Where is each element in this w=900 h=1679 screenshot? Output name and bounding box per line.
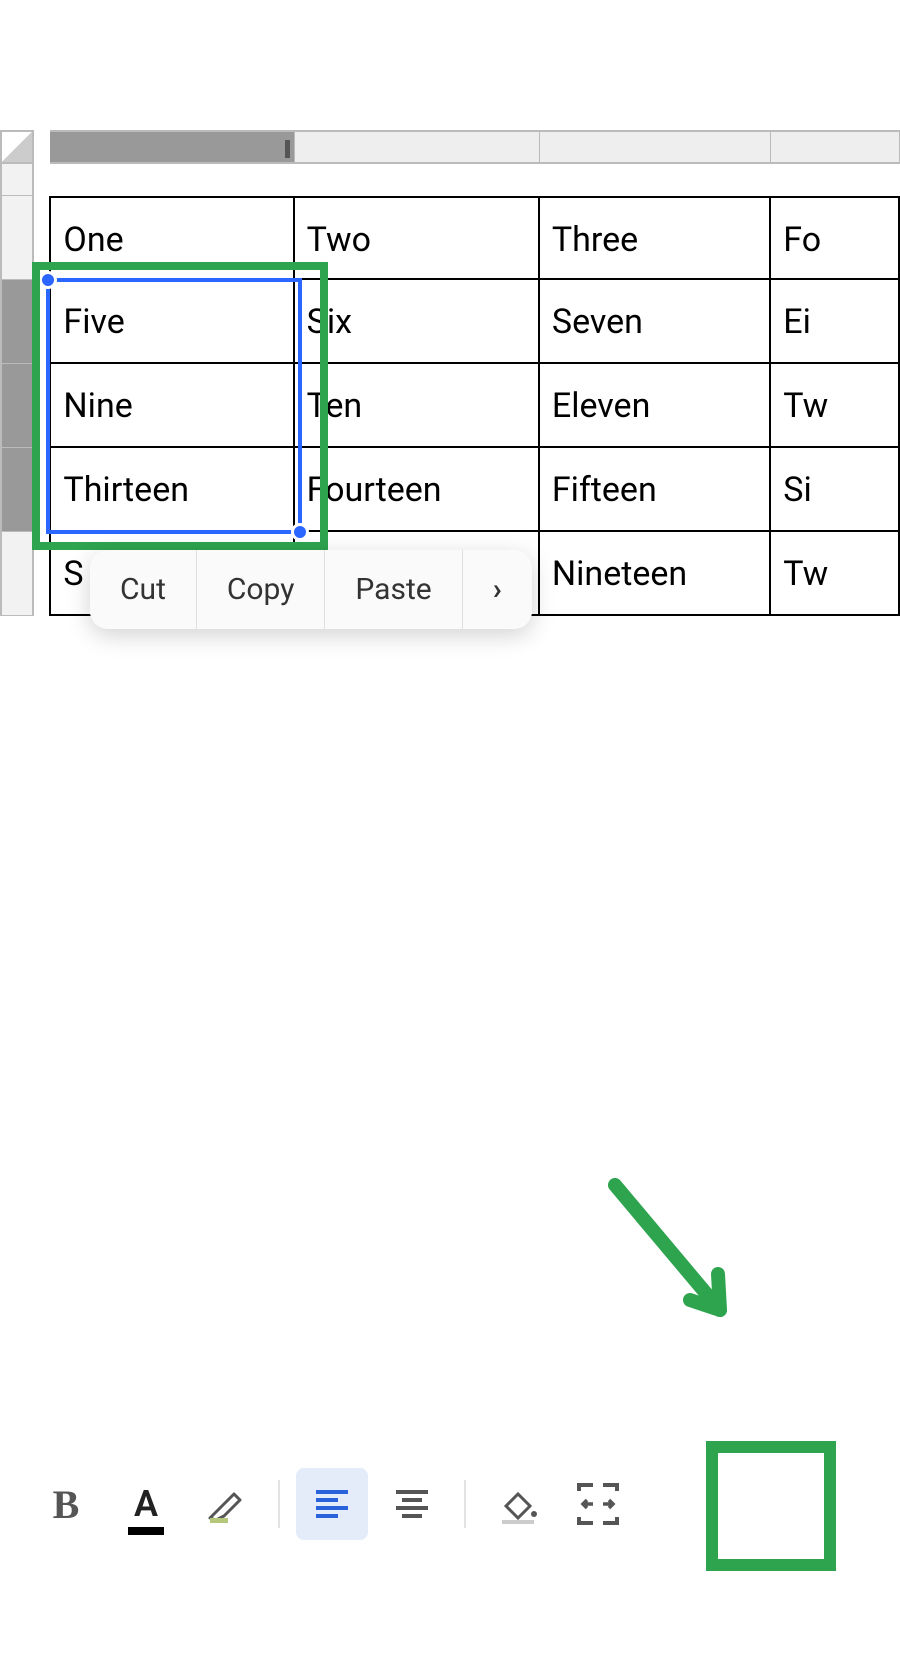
annotation-arrow-icon <box>600 1170 760 1350</box>
merge-cells-icon <box>573 1479 623 1529</box>
cell[interactable]: Three <box>540 196 771 280</box>
paint-bucket-icon <box>496 1482 540 1526</box>
row-header-5[interactable] <box>0 532 34 616</box>
cell[interactable]: Tw <box>771 532 900 616</box>
row-header-3[interactable] <box>0 364 34 448</box>
cell[interactable]: Six <box>295 280 540 364</box>
column-header-b[interactable] <box>295 130 540 164</box>
toolbar-separator <box>464 1480 466 1528</box>
context-menu-paste[interactable]: Paste <box>325 550 462 629</box>
table-row: Nine Ten Eleven Tw <box>0 364 900 448</box>
spreadsheet-area: One Two Three Fo Five Six Seven Ei Nine … <box>0 130 900 616</box>
cell[interactable]: Five <box>49 280 294 364</box>
column-headers <box>0 130 900 164</box>
cell[interactable]: Fo <box>771 196 900 280</box>
cell[interactable]: Ten <box>295 364 540 448</box>
formatting-toolbar: B A <box>0 1459 900 1549</box>
context-menu: Cut Copy Paste › <box>90 550 532 629</box>
toolbar-separator <box>278 1480 280 1528</box>
column-header-d[interactable] <box>771 130 900 164</box>
align-center-icon <box>390 1482 434 1526</box>
merge-cells-button[interactable] <box>562 1468 634 1540</box>
column-header-a[interactable] <box>50 130 295 164</box>
highlighter-icon <box>204 1482 248 1526</box>
text-color-button[interactable]: A <box>110 1468 182 1540</box>
cell[interactable]: Nine <box>49 364 294 448</box>
cell[interactable]: Ei <box>771 280 900 364</box>
select-all-corner[interactable] <box>0 130 34 164</box>
cell[interactable]: Fourteen <box>295 448 540 532</box>
row-header-spacer <box>0 164 34 196</box>
context-menu-copy[interactable]: Copy <box>197 550 326 629</box>
align-center-button[interactable] <box>376 1468 448 1540</box>
table-row: One Two Three Fo <box>0 196 900 280</box>
cell[interactable]: Thirteen <box>49 448 294 532</box>
align-left-icon <box>310 1482 354 1526</box>
row-header-1[interactable] <box>0 196 34 280</box>
cell[interactable]: Tw <box>771 364 900 448</box>
highlight-button[interactable] <box>190 1468 262 1540</box>
row-header-4[interactable] <box>0 448 34 532</box>
text-color-icon: A <box>134 1483 158 1525</box>
column-header-c[interactable] <box>540 130 771 164</box>
cell[interactable]: Seven <box>540 280 771 364</box>
context-menu-more[interactable]: › <box>463 550 532 629</box>
row-header-2[interactable] <box>0 280 34 364</box>
cell[interactable]: Eleven <box>540 364 771 448</box>
bold-icon: B <box>53 1481 80 1528</box>
table-row: Thirteen Fourteen Fifteen Si <box>0 448 900 532</box>
cell[interactable]: Two <box>295 196 540 280</box>
align-left-button[interactable] <box>296 1468 368 1540</box>
fill-color-button[interactable] <box>482 1468 554 1540</box>
cell[interactable]: Nineteen <box>540 532 771 616</box>
cell[interactable]: One <box>49 196 294 280</box>
context-menu-cut[interactable]: Cut <box>90 550 197 629</box>
bold-button[interactable]: B <box>30 1468 102 1540</box>
cell[interactable]: Fifteen <box>540 448 771 532</box>
cell[interactable]: Si <box>771 448 900 532</box>
table-row: Five Six Seven Ei <box>0 280 900 364</box>
